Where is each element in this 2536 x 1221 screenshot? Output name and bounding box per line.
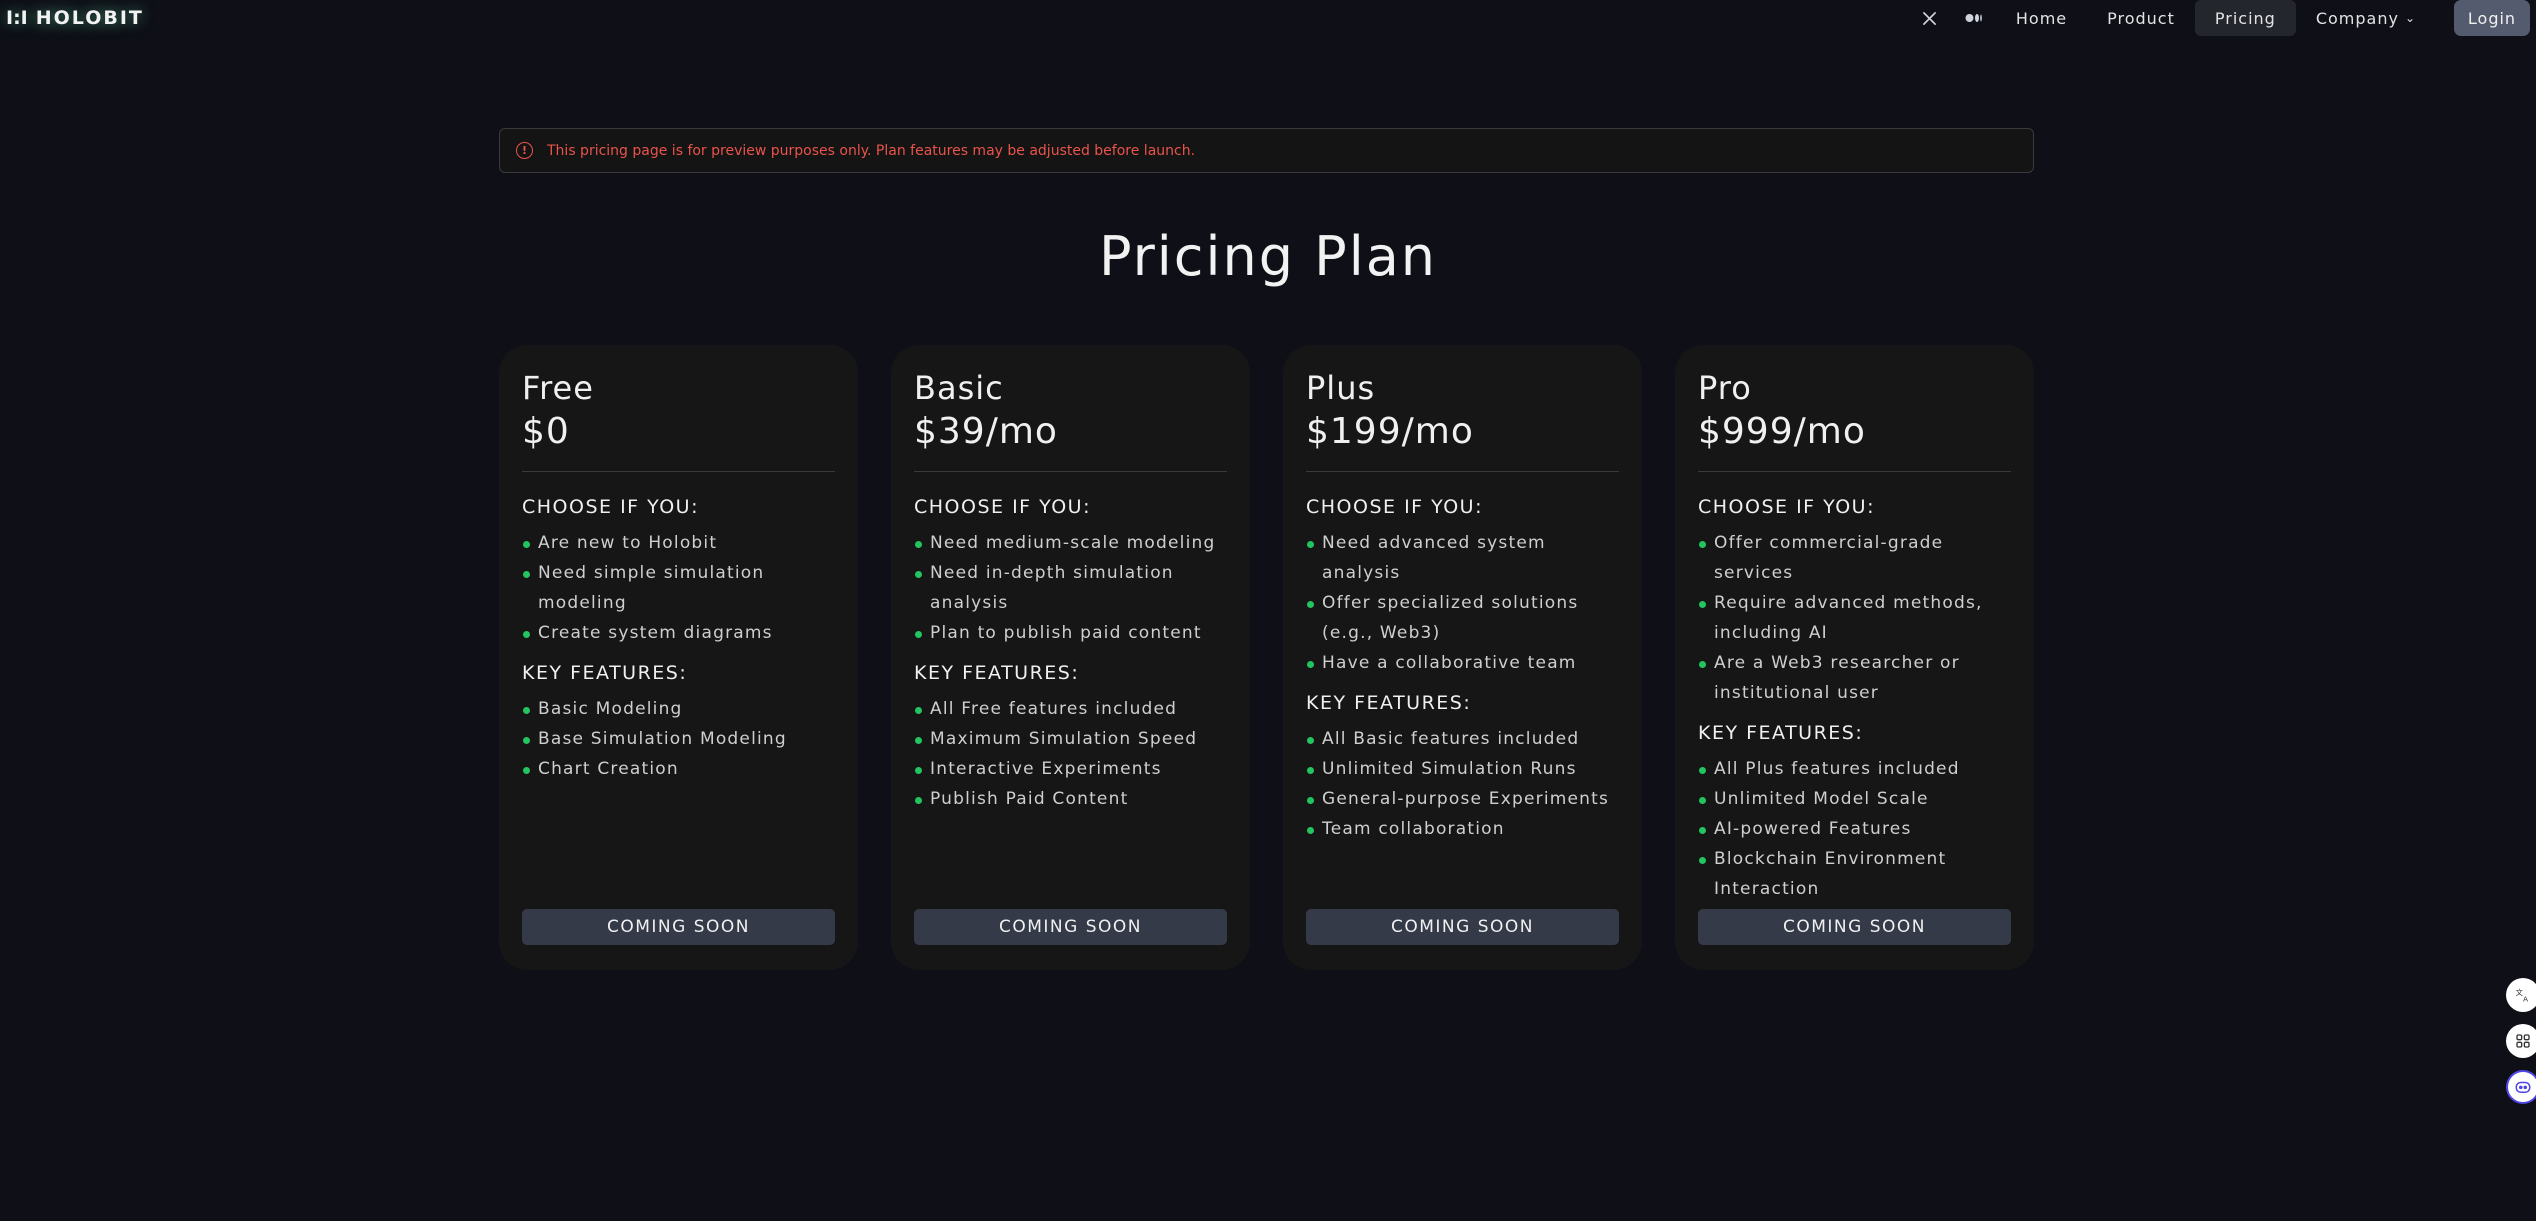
page-title: Pricing Plan [1098, 225, 1438, 288]
svg-text:A: A [2523, 995, 2528, 1003]
list-item: Blockchain Environment Interaction [1698, 844, 2011, 904]
features-heading: KEY FEATURES: [1306, 692, 1472, 714]
divider [1698, 471, 2011, 472]
notice-text: This pricing page is for preview purpose… [547, 142, 1196, 159]
list-item: Need simple simulation modeling [522, 558, 835, 618]
features-list: Basic Modeling Base Simulation Modeling Ch… [522, 694, 835, 784]
list-item: Plan to publish paid content [914, 618, 1227, 648]
list-item: Have a collaborative team [1306, 648, 1619, 678]
list-item: Unlimited Model Scale [1698, 784, 2011, 814]
top-nav: I:I HOLOBIT Home Product Pricing Company… [0, 0, 2536, 36]
login-button[interactable]: Login [2454, 0, 2530, 36]
list-item: Need medium-scale modeling [914, 528, 1227, 558]
list-item: All Free features included [914, 694, 1227, 724]
chevron-down-icon: ⌄ [2404, 11, 2416, 25]
plan-name: Pro [1698, 369, 1752, 407]
list-item: All Plus features included [1698, 754, 2011, 784]
list-item: Basic Modeling [522, 694, 835, 724]
nav-product[interactable]: Product [2087, 0, 2195, 36]
alert-icon: ! [516, 142, 533, 159]
choose-list: Need medium-scale modeling Need in-depth … [914, 528, 1227, 648]
features-heading: KEY FEATURES: [1698, 722, 1864, 744]
choose-heading: CHOOSE IF YOU: [1306, 496, 1483, 518]
logo-mark: I:I [6, 7, 28, 29]
nav-company[interactable]: Company ⌄ [2296, 0, 2436, 36]
choose-list: Offer commercial-grade services Require a… [1698, 528, 2011, 708]
coming-soon-button[interactable]: COMING SOON [1306, 909, 1619, 945]
pricing-card-plus: Plus $199/mo CHOOSE IF YOU: Need advance… [1283, 345, 1642, 970]
divider [1306, 471, 1619, 472]
floating-actions: 文A [2506, 978, 2536, 1104]
holobit-logo[interactable]: I:I HOLOBIT [6, 4, 144, 32]
list-item: Are a Web3 researcher or institutional u… [1698, 648, 2011, 708]
list-item: Offer commercial-grade services [1698, 528, 2011, 588]
nav-home[interactable]: Home [1996, 0, 2087, 36]
list-item: Need in-depth simulation analysis [914, 558, 1227, 618]
divider [522, 471, 835, 472]
list-item: Unlimited Simulation Runs [1306, 754, 1619, 784]
apps-icon[interactable] [2506, 1024, 2536, 1058]
logo-text: HOLOBIT [35, 7, 144, 29]
list-item: Chart Creation [522, 754, 835, 784]
list-item: General-purpose Experiments [1306, 784, 1619, 814]
coming-soon-button[interactable]: COMING SOON [522, 909, 835, 945]
choose-heading: CHOOSE IF YOU: [522, 496, 699, 518]
ai-assistant-icon[interactable] [2506, 1070, 2536, 1104]
translate-icon[interactable]: 文A [2506, 978, 2536, 1012]
list-item: All Basic features included [1306, 724, 1619, 754]
list-item: Offer specialized solutions (e.g., Web3) [1306, 588, 1619, 648]
list-item: Need advanced system analysis [1306, 528, 1619, 588]
pricing-card-basic: Basic $39/mo CHOOSE IF YOU: Need medium-… [891, 345, 1250, 970]
list-item: Maximum Simulation Speed [914, 724, 1227, 754]
nav-home-label: Home [2015, 8, 2068, 28]
plan-name: Basic [914, 369, 1004, 407]
list-item: AI-powered Features [1698, 814, 2011, 844]
x-icon[interactable] [1908, 0, 1952, 36]
plan-name: Plus [1306, 369, 1376, 407]
plan-price: $999/mo [1698, 411, 1866, 452]
divider [914, 471, 1227, 472]
plan-name: Free [522, 369, 594, 407]
pricing-cards: Free $0 CHOOSE IF YOU: Are new to Holobi… [499, 345, 2034, 970]
nav-pricing-label: Pricing [2214, 8, 2276, 28]
nav-right: Home Product Pricing Company ⌄ Login [1908, 0, 2536, 36]
list-item: Require advanced methods, including AI [1698, 588, 2011, 648]
coming-soon-button[interactable]: COMING SOON [1698, 909, 2011, 945]
list-item: Interactive Experiments [914, 754, 1227, 784]
list-item: Are new to Holobit [522, 528, 835, 558]
choose-heading: CHOOSE IF YOU: [914, 496, 1091, 518]
pricing-card-free: Free $0 CHOOSE IF YOU: Are new to Holobi… [499, 345, 858, 970]
medium-icon[interactable] [1952, 0, 1996, 36]
preview-notice: ! This pricing page is for preview purpo… [499, 128, 2034, 173]
features-heading: KEY FEATURES: [522, 662, 688, 684]
list-item: Base Simulation Modeling [522, 724, 835, 754]
plan-price: $199/mo [1306, 411, 1474, 452]
list-item: Create system diagrams [522, 618, 835, 648]
plan-price: $39/mo [914, 411, 1058, 452]
choose-list: Are new to Holobit Need simple simulation… [522, 528, 835, 648]
nav-pricing[interactable]: Pricing [2194, 0, 2296, 36]
choose-heading: CHOOSE IF YOU: [1698, 496, 1875, 518]
list-item: Team collaboration [1306, 814, 1619, 844]
features-list: All Basic features included Unlimited Sim… [1306, 724, 1619, 844]
nav-company-label: Company [2315, 8, 2399, 28]
pricing-card-pro: Pro $999/mo CHOOSE IF YOU: Offer commerc… [1675, 345, 2034, 970]
plan-price: $0 [522, 411, 570, 452]
features-heading: KEY FEATURES: [914, 662, 1080, 684]
list-item: Publish Paid Content [914, 784, 1227, 814]
choose-list: Need advanced system analysis Offer speci… [1306, 528, 1619, 678]
features-list: All Free features included Maximum Simula… [914, 694, 1227, 814]
coming-soon-button[interactable]: COMING SOON [914, 909, 1227, 945]
nav-product-label: Product [2107, 8, 2175, 28]
features-list: All Plus features included Unlimited Mode… [1698, 754, 2011, 904]
